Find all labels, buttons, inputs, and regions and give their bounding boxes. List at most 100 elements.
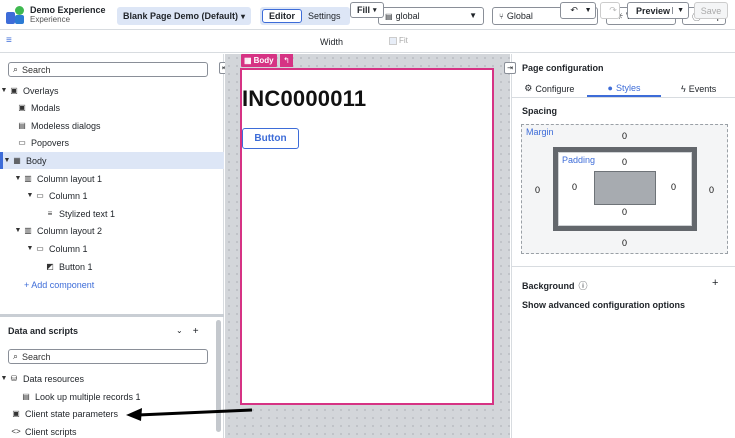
page-heading-text[interactable]: INC0000011 [242,86,366,112]
tree-item-overlays[interactable]: ▼ ▣ Overlays [0,82,224,99]
padding-frame: Padding 0 0 0 0 [553,147,697,231]
select-parent-icon[interactable]: ↰ [280,54,293,67]
tab-styles[interactable]: ● Styles [586,80,662,97]
tree-item-body[interactable]: ▼ ▦ Body [0,152,224,169]
tree-item-modeless-dialogs[interactable]: ▤ Modeless dialogs [0,117,224,134]
preview-button[interactable]: Preview ▼ [627,2,689,19]
tree-item-popovers[interactable]: ▭ Popovers [0,134,224,151]
caret-down-icon[interactable]: ▼ [14,227,22,234]
fill-label: Fill [357,5,370,15]
application-scope-dropdown[interactable]: ▤ global ▼ [378,7,484,25]
component-search-placeholder: Search [22,64,51,75]
tree-item-label: Column 1 [49,243,88,254]
tree-item-column-layout-1[interactable]: ▼ ▥ Column layout 1 [0,170,224,187]
caret-down-icon[interactable]: ▼ [0,375,8,382]
lightning-icon: ϟ [681,83,686,94]
tree-item-label: Stylized text 1 [59,208,116,219]
width-fill-dropdown[interactable]: Fill ▾ [350,2,384,18]
tree-item-stylized-text-1[interactable]: ≡ Stylized text 1 [0,205,224,222]
column-layout-icon: ▥ [24,174,32,183]
fit-label: Fit [399,36,408,45]
caret-down-icon[interactable]: ▼ [26,245,34,252]
popover-icon: ▭ [18,138,26,147]
modal-icon: ▣ [18,103,26,112]
menu-icon[interactable]: ≡ [6,35,12,46]
data-search-input[interactable]: ⌕ Search [8,349,208,364]
fit-checkbox[interactable]: Fit [389,36,408,45]
checkbox-icon [389,36,397,45]
tab-configure-label: Configure [535,83,575,94]
tree-item-label: Column layout 2 [37,225,103,236]
advanced-options-link[interactable]: Show advanced configuration options [522,300,685,310]
chevron-down-icon[interactable]: ⌄ [176,326,183,337]
tree-item-column-layout-2[interactable]: ▼ ▥ Column layout 2 [0,222,224,239]
tree-item-label: Look up multiple records 1 [35,391,141,402]
panel-splitter[interactable] [0,314,224,317]
content-tree-panel: ⌕ Search ⇤ ▼ ▣ Overlays ▣ Modals ▤ Model… [0,54,231,438]
caret-down-icon[interactable]: ▼ [14,175,22,182]
button-icon: ◩ [46,262,54,271]
gear-icon: ⚙ [524,83,533,93]
column-layout-icon: ▥ [24,226,32,235]
paint-drop-icon: ● [607,82,613,93]
body-icon: ▦ [13,156,21,165]
save-button[interactable]: Save [694,2,728,19]
background-section[interactable]: Background ⓘ [522,279,588,292]
tab-events-label: Events [688,83,717,94]
margin-top-value[interactable]: 0 [622,131,627,141]
search-icon: ⌕ [13,351,19,361]
add-component-label: + Add component [24,279,95,290]
app-title: Demo Experience [30,4,106,15]
caret-down-icon[interactable]: ▼ [26,192,34,199]
undo-button[interactable]: ↶ ▼ [560,2,596,19]
content-box [594,171,656,205]
margin-left-value[interactable]: 0 [535,185,540,195]
padding-box: Padding 0 0 0 0 [558,152,692,226]
code-icon: <> [11,427,21,436]
add-icon[interactable]: + [193,326,199,337]
padding-bottom-value[interactable]: 0 [622,207,627,217]
tree-item-label: Client state parameters [25,408,119,419]
canvas-button-component[interactable]: Button [242,128,299,149]
search-icon: ⌕ [13,64,19,74]
info-icon: ⓘ [578,281,588,291]
tab-events[interactable]: ϟ Events [661,80,735,97]
tree-item-button-1[interactable]: ◩ Button 1 [0,258,224,275]
text-icon: ≡ [47,209,53,218]
background-label: Background [522,280,575,291]
add-component-link[interactable]: + Add component [0,276,224,293]
tree-item-modals[interactable]: ▣ Modals [0,99,224,116]
margin-bottom-value[interactable]: 0 [622,238,627,248]
application-scope-label: global [395,11,420,21]
tree-item-column-1[interactable]: ▼ ▭ Column 1 [0,187,224,204]
padding-top-value[interactable]: 0 [622,157,627,167]
tree-item-column-1b[interactable]: ▼ ▭ Column 1 [0,240,224,257]
padding-left-value[interactable]: 0 [572,182,577,192]
collapse-right-panel-icon[interactable]: ⇥ [504,62,516,74]
tree-item-label: Data resources [23,373,85,384]
add-background-icon[interactable]: + [712,277,718,289]
configuration-title: Page configuration [522,63,604,73]
body-selection-tag[interactable]: ▦ Body [241,54,277,67]
caret-down-icon[interactable]: ▼ [0,87,8,94]
margin-label: Margin [526,127,554,137]
tab-settings[interactable]: Settings [302,9,347,23]
tab-configure[interactable]: ⚙ Configure [512,80,587,97]
page-select-dropdown[interactable]: Blank Page Demo (Default) ▾ [117,7,251,25]
tab-styles-label: Styles [615,82,641,93]
redo-button[interactable]: ↷ [600,2,620,19]
tree-item-label: Column 1 [49,190,88,201]
tab-editor[interactable]: Editor [262,9,302,23]
tree-item-data-resources[interactable]: ▼ ⛁ Data resources [0,370,224,387]
tree-item-client-scripts[interactable]: <> Client scripts [0,423,224,438]
page-body-frame[interactable] [240,68,494,405]
padding-right-value[interactable]: 0 [671,182,676,192]
margin-right-value[interactable]: 0 [709,185,714,195]
divider [512,266,735,267]
preview-label: Preview [636,5,671,16]
chevron-down-icon: ▼ [672,7,688,14]
tree-item-label: Body [26,155,47,166]
component-search-input[interactable]: ⌕ Search [8,62,208,77]
data-scripts-title: Data and scripts [8,326,79,336]
caret-down-icon[interactable]: ▼ [3,157,11,164]
